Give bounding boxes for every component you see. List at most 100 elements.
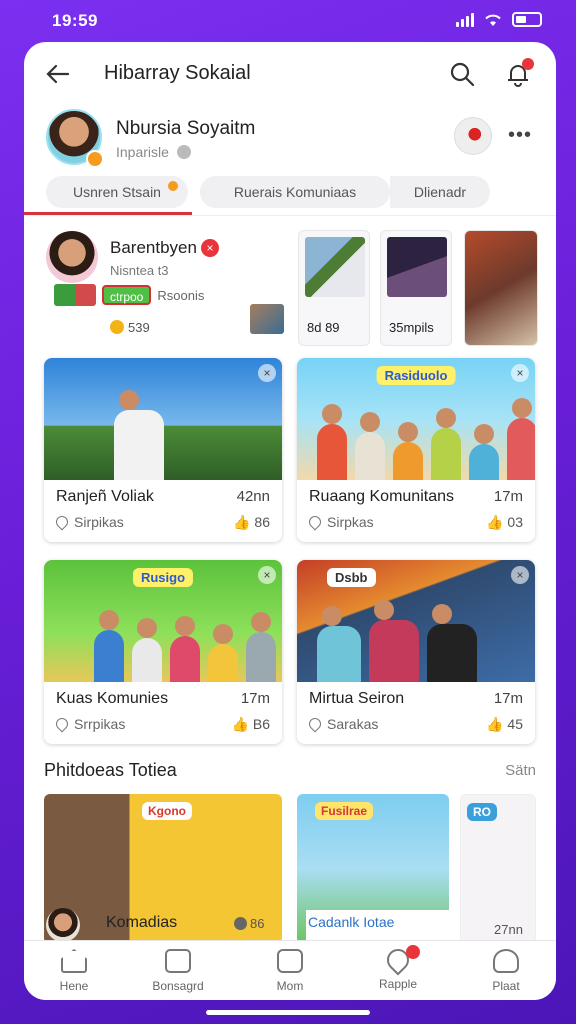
profile-thumbnail[interactable] — [454, 117, 492, 155]
close-icon[interactable]: × — [200, 239, 219, 257]
tab-1[interactable]: Usnren Stsain — [46, 176, 188, 208]
nav-profile[interactable]: Plaat — [466, 949, 546, 993]
heart-icon — [306, 715, 324, 733]
post-count-value: B6 — [252, 716, 270, 732]
search-icon[interactable] — [448, 60, 476, 88]
like-label: Sirpikas — [74, 514, 124, 530]
battery-icon — [512, 12, 542, 27]
chip-image — [54, 284, 96, 306]
post-card[interactable]: Rusigo × Kuas Komunies 17m Srrpikas 👍 B6 — [44, 560, 282, 744]
featured-name: Barentbyen × — [110, 238, 219, 258]
post-title: Ruaang Komunitans — [309, 488, 454, 505]
featured-small-thumbnail[interactable] — [250, 304, 284, 334]
like-button[interactable]: Sirpkas — [306, 513, 374, 531]
featured-card-label: 8d 89 — [307, 320, 340, 335]
nav-people[interactable]: Rapple — [358, 944, 438, 991]
thumbs-up-icon: 👍 — [231, 716, 249, 732]
post-count: 👍 86 — [233, 514, 270, 531]
coin-count: 539 — [110, 320, 150, 335]
bottom-nav: Hene Bonsagrd Mom Rapple Plaat — [24, 940, 556, 1000]
back-arrow-icon[interactable] — [44, 60, 72, 88]
avatar-badge-icon — [86, 150, 104, 168]
see-all-link[interactable]: Sätn — [505, 762, 536, 779]
camera-icon — [277, 949, 303, 973]
close-icon[interactable]: × — [258, 566, 276, 584]
post-count-value: 86 — [254, 514, 270, 530]
thumbs-up-icon: 👍 — [485, 514, 504, 530]
notification-button[interactable] — [504, 58, 534, 88]
profile-header: Nbursia Soyaitm Inparisle ••• — [24, 106, 556, 176]
heart-icon — [53, 513, 71, 531]
featured-chip-text: Rsoonis — [157, 287, 205, 303]
profile-subtitle: Inparisle — [116, 144, 191, 160]
profile-name: Nbursia Soyaitm — [116, 118, 256, 139]
nav-home[interactable]: Hene — [34, 949, 114, 993]
wifi-icon — [485, 14, 501, 26]
status-bar: 19:59 — [0, 0, 576, 40]
featured-card-image — [305, 237, 365, 297]
thumbs-up-icon: 👍 — [232, 514, 251, 530]
close-icon[interactable]: × — [511, 566, 529, 584]
featured-chip[interactable]: ctrpoo — [102, 285, 152, 305]
post-people — [94, 610, 276, 682]
more-options-icon[interactable]: ••• — [508, 124, 532, 147]
featured-card-1[interactable]: 8d 89 — [298, 230, 370, 346]
section-title: Phitdoeas Totiea — [44, 760, 177, 780]
post-count: 👍 45 — [486, 716, 523, 733]
card-tag: Kgono — [142, 802, 192, 820]
board-icon — [165, 949, 191, 973]
like-button[interactable]: Sarakas — [306, 715, 379, 733]
post-card[interactable]: Rasiduolo × Ruaang Komunitans 17m Sirpka… — [297, 358, 535, 542]
featured-subtitle: Nisntea t3 — [110, 263, 169, 278]
close-icon[interactable]: × — [511, 364, 529, 382]
tab-badge-icon — [168, 181, 178, 191]
post-banner: Dsbb — [327, 568, 376, 587]
post-count-value: 03 — [507, 514, 523, 530]
featured-card-2[interactable]: 35mpils — [380, 230, 452, 346]
tab-2[interactable]: Ruerais Komuniaas — [200, 176, 390, 208]
active-tab-indicator — [24, 212, 192, 215]
notification-dot — [522, 58, 534, 70]
bottom-caption-text: Cadanlk Iotae — [308, 914, 395, 930]
like-button[interactable]: Srrpikas — [53, 715, 125, 733]
post-title: Kuas Komunies — [56, 690, 169, 707]
bottom-stat-value: 86 — [250, 916, 265, 931]
post-count-value: 45 — [507, 716, 523, 732]
page-title: Hibarray Sokaial — [104, 62, 251, 84]
post-image: Rasiduolo — [297, 358, 535, 480]
post-count: 👍 03 — [486, 514, 523, 531]
info-icon — [234, 917, 247, 930]
like-label: Sarakas — [327, 716, 379, 732]
post-title: Ranjeñ Voliak — [56, 488, 154, 505]
heart-icon — [306, 513, 324, 531]
featured-card-3[interactable] — [464, 230, 538, 346]
top-bar: Hibarray Sokaial — [24, 42, 556, 106]
nav-label: Rapple — [378, 977, 418, 991]
status-icons — [456, 12, 542, 27]
featured-avatar[interactable] — [46, 231, 98, 283]
like-label: Sirpkas — [327, 514, 374, 530]
coin-value: 539 — [128, 320, 150, 335]
nav-badge-icon — [406, 945, 420, 959]
post-image: Rusigo — [44, 560, 282, 682]
nav-board[interactable]: Bonsagrd — [138, 949, 218, 993]
post-people — [317, 398, 535, 480]
bottom-stat: 86 — [234, 916, 264, 931]
post-image: Dsbb — [297, 560, 535, 682]
post-card[interactable]: × Ranjeñ Voliak 42nn Sirpikas 👍 86 — [44, 358, 282, 542]
nav-mom[interactable]: Mom — [250, 949, 330, 993]
home-indicator[interactable] — [206, 1010, 370, 1015]
featured-profile: Barentbyen × Nisntea t3 ctrpoo Rsoonis 53… — [24, 228, 556, 346]
nav-label: Plaat — [492, 979, 520, 993]
thumbs-up-icon: 👍 — [485, 716, 504, 732]
card-tag: Fusilrae — [315, 802, 374, 820]
close-icon[interactable]: × — [258, 364, 276, 382]
avatar[interactable] — [46, 908, 80, 942]
signal-icon — [456, 12, 474, 27]
post-count: 👍 B6 — [231, 716, 270, 733]
like-button[interactable]: Sirpikas — [53, 513, 124, 531]
featured-card-image — [387, 237, 447, 297]
tab-3[interactable]: Dlienadr — [390, 176, 490, 208]
post-time: 17m — [240, 690, 270, 707]
post-card[interactable]: Dsbb × Mirtua Seiron 17m Sarakas 👍 45 — [297, 560, 535, 744]
